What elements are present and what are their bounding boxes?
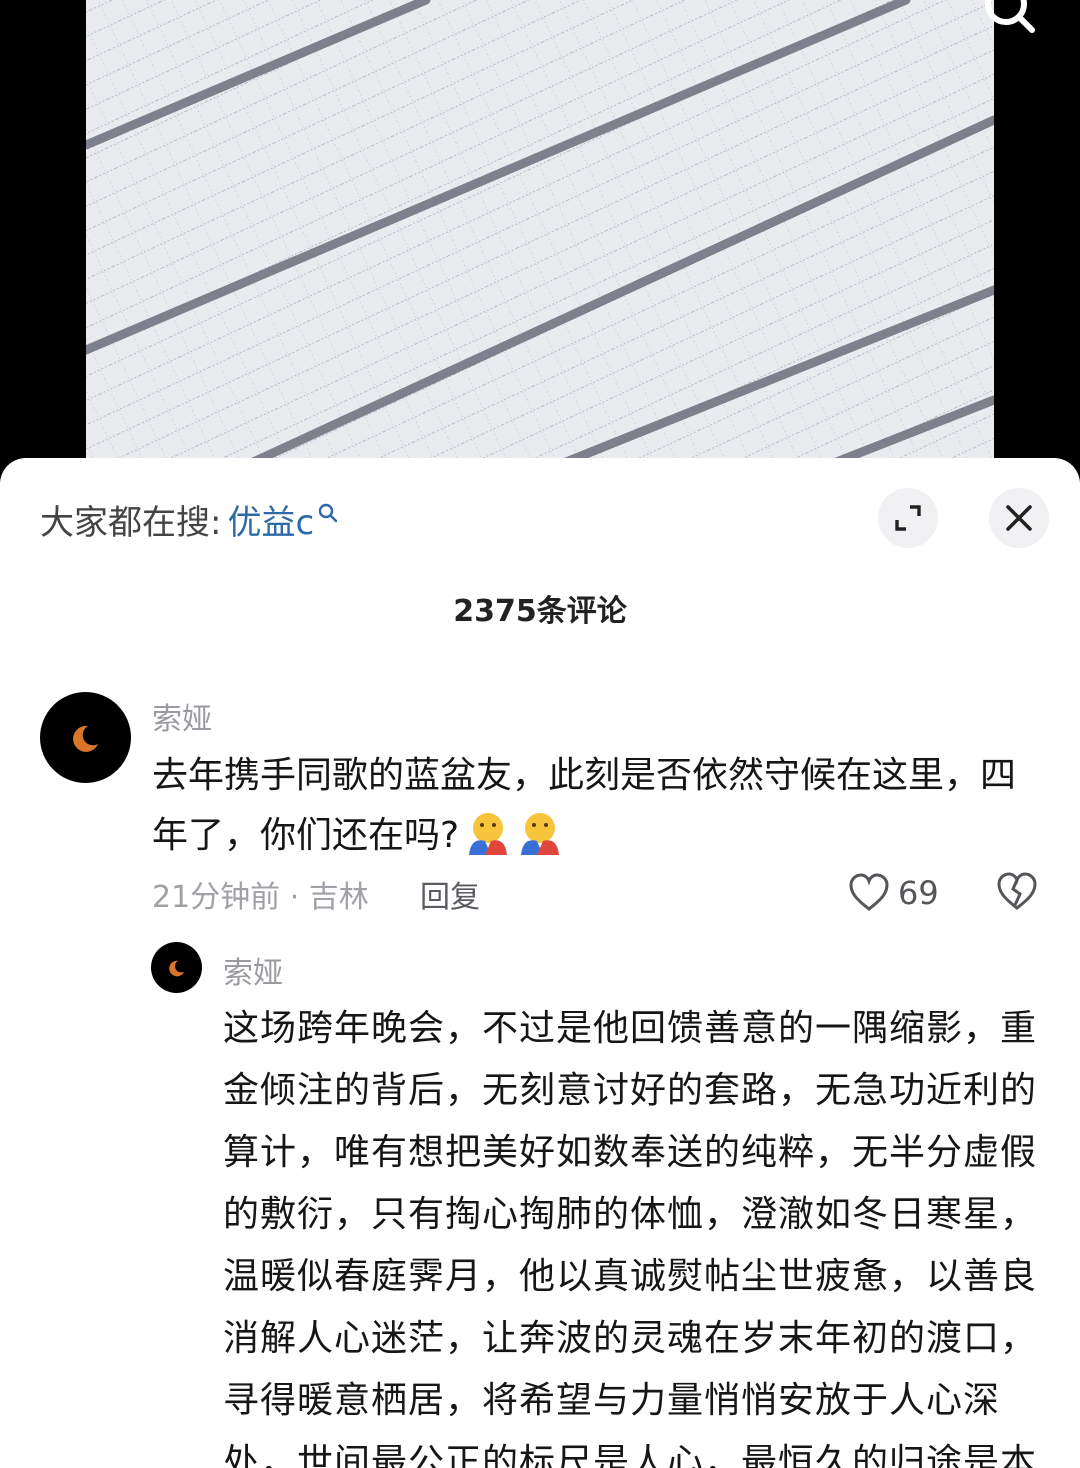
video-search-icon[interactable]: [980, 0, 1040, 38]
comment-text: 去年携手同歌的蓝盆友，此刻是否依然守候在这里，四年了，你们还在吗?: [152, 746, 1032, 866]
comment-sheet: 大家都在搜: 优益c 2375条评论 索娅 去年携手同歌的蓝盆友，此刻是否依然守…: [0, 458, 1080, 1468]
crescent-moon-icon: [72, 725, 98, 752]
reply-text: 这场跨年晚会，不过是他回馈善意的一隅缩影，重金倾注的背后，无刻意讨好的套路，无急…: [223, 1008, 1038, 1468]
reply-button[interactable]: 回复: [420, 872, 480, 916]
hugging-emoji: [469, 813, 508, 855]
comment-meta: 21分钟前 · 吉林: [152, 880, 369, 915]
close-icon: [1006, 505, 1032, 531]
search-icon: [318, 492, 338, 532]
comments-count: 2375条评论: [453, 594, 627, 629]
comment-author[interactable]: 索娅: [152, 694, 212, 738]
avatar[interactable]: [40, 692, 131, 783]
trending-search-keyword[interactable]: 优益c: [227, 495, 314, 544]
broken-heart-icon: [997, 872, 1037, 910]
reply-avatar[interactable]: [151, 942, 202, 993]
expand-button[interactable]: [878, 488, 938, 548]
trending-search[interactable]: 大家都在搜: 优益c: [40, 494, 338, 544]
trending-search-prefix: 大家都在搜:: [40, 502, 222, 543]
like-count: 69: [898, 874, 939, 912]
close-button[interactable]: [989, 488, 1049, 548]
dislike-button[interactable]: [996, 872, 1038, 916]
comment-text-content: 去年携手同歌的蓝盆友，此刻是否依然守候在这里，四年了，你们还在吗?: [152, 755, 1017, 856]
crescent-moon-icon: [168, 960, 184, 976]
reply-author[interactable]: 索娅: [223, 948, 283, 992]
video-player[interactable]: [86, 0, 994, 470]
heart-icon: [849, 873, 889, 911]
video-frame: [86, 0, 994, 470]
hugging-emoji: [521, 813, 560, 855]
expand-icon: [895, 505, 921, 531]
like-button[interactable]: 69: [848, 872, 939, 914]
